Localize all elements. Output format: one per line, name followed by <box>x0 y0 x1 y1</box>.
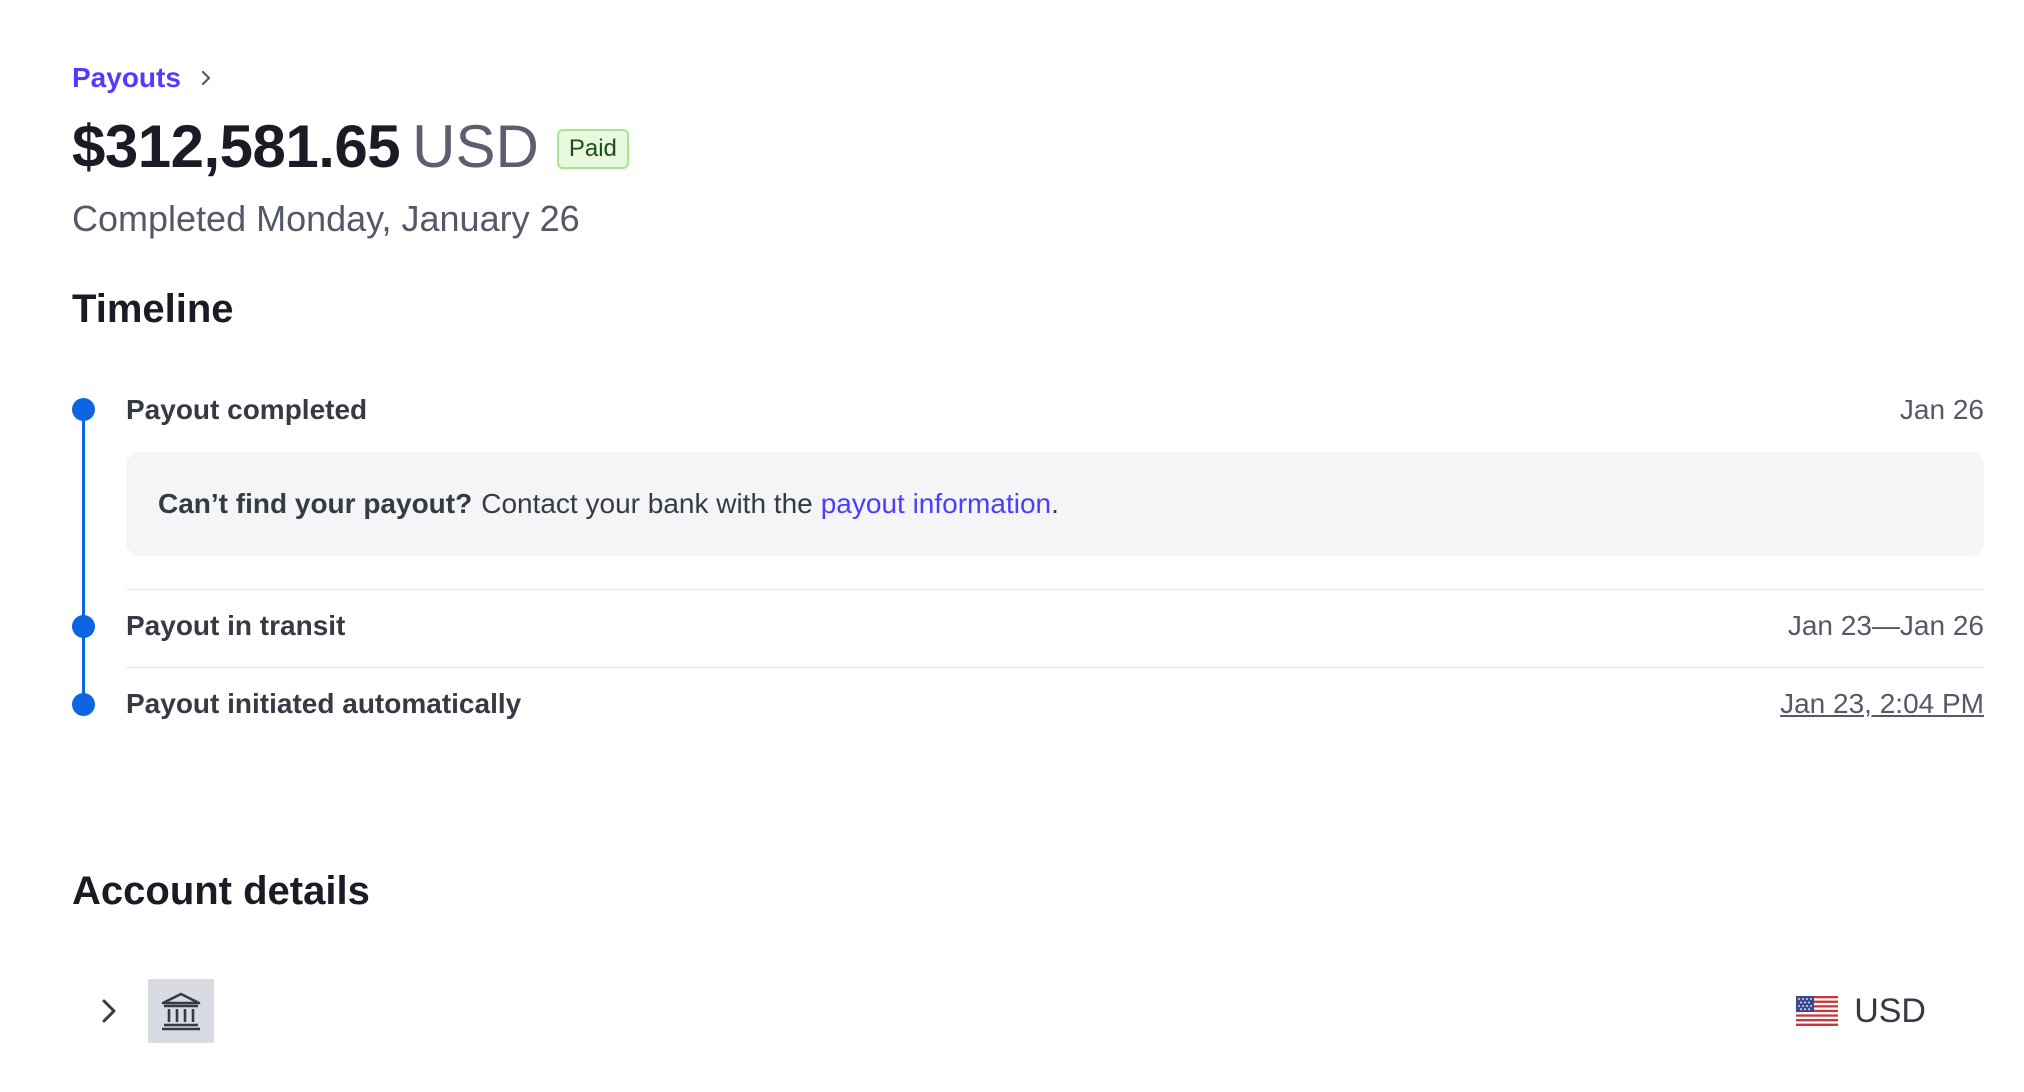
payout-header: $312,581.65 USD Paid <box>72 112 629 181</box>
timeline-divider <box>126 667 1984 668</box>
notice-end: . <box>1051 488 1059 519</box>
timeline-event-label: Payout initiated automatically <box>126 688 522 719</box>
timeline-event: Payout in transit Jan 23—Jan 26 <box>126 606 1984 646</box>
timeline-event: Payout initiated automatically Jan 23, 2… <box>126 684 1984 724</box>
timeline-event-date-link[interactable]: Jan 23, 2:04 PM <box>1780 688 1984 720</box>
timeline-divider <box>126 589 1984 590</box>
payout-detail-page: Payouts $312,581.65 USD Paid Completed M… <box>0 0 2024 1092</box>
notice-heading: Can’t find your payout? <box>158 488 473 519</box>
status-badge: Paid <box>556 128 629 169</box>
payout-subtitle: Completed Monday, January 26 <box>72 198 580 239</box>
bank-account-row[interactable]: USD <box>72 978 1952 1044</box>
timeline-dot <box>72 693 95 716</box>
timeline-event-label: Payout completed <box>126 394 368 425</box>
timeline-title: Timeline <box>72 287 234 331</box>
payout-currency: USD <box>412 113 539 180</box>
account-currency-code: USD <box>1854 991 1926 1030</box>
chevron-right-icon[interactable] <box>94 996 124 1026</box>
timeline-event: Payout completed Jan 26 <box>126 390 1984 430</box>
notice-text: Contact your bank with the <box>481 488 813 519</box>
us-flag-icon <box>1796 996 1839 1026</box>
timeline-dot <box>72 615 95 638</box>
breadcrumb: Payouts <box>72 62 215 94</box>
chevron-right-icon <box>201 70 211 86</box>
timeline-event-date: Jan 26 <box>1899 394 1984 425</box>
timeline-dot <box>72 398 95 421</box>
timeline-event-label: Payout in transit <box>126 610 346 641</box>
timeline-event-date: Jan 23—Jan 26 <box>1787 610 1984 641</box>
bank-icon-tile <box>148 979 214 1043</box>
account-details-title: Account details <box>72 869 370 913</box>
account-currency: USD <box>1796 992 1926 1031</box>
timeline-line <box>82 410 85 704</box>
payout-information-link[interactable]: payout information <box>821 488 1051 520</box>
payout-help-notice: Can’t find your payout? Contact your ban… <box>126 452 1984 556</box>
payout-amount: $312,581.65 <box>72 113 401 180</box>
breadcrumb-payouts-link[interactable]: Payouts <box>72 62 181 94</box>
bank-icon <box>161 992 201 1031</box>
